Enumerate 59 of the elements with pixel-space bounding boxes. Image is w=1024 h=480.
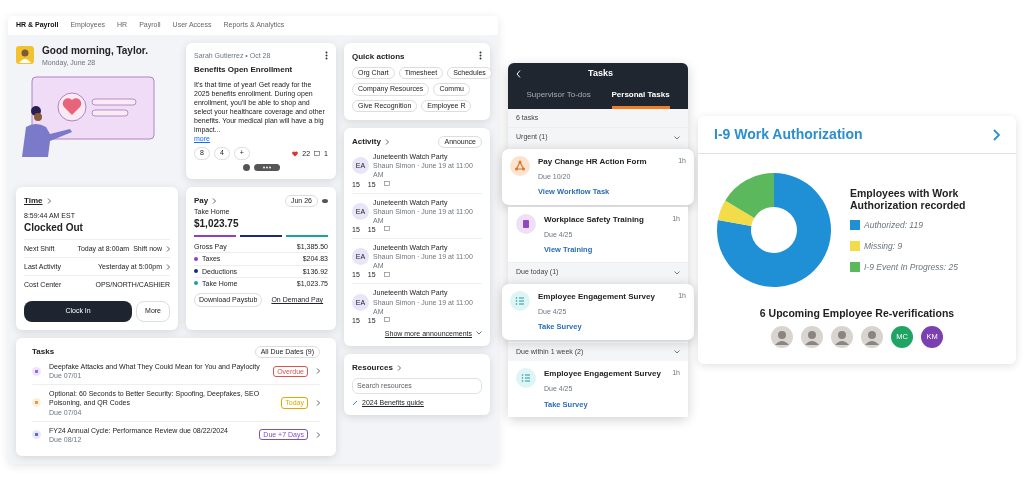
- chevron-right-icon: [316, 431, 320, 438]
- chevron-right-icon: [993, 128, 1000, 141]
- chevron-right-icon: [166, 263, 170, 270]
- avatar-icon: [16, 45, 34, 64]
- more-vertical-icon: [479, 50, 482, 60]
- legend-label: I-9 Event In Progress: 25: [864, 260, 959, 274]
- person-avatar-icon: [831, 325, 853, 348]
- list-icon: [516, 368, 536, 388]
- legend-label: Missing: 9: [864, 239, 903, 253]
- chevron-down-icon: [476, 331, 482, 336]
- task-title: Employee Engagement Survey: [544, 368, 662, 380]
- workflow-icon: [510, 155, 530, 176]
- tab[interactable]: Personal Tasks: [611, 84, 670, 109]
- card-title: Activity: [352, 136, 381, 149]
- comment-icon: [383, 317, 390, 324]
- panel-title: Tasks: [587, 67, 614, 81]
- list-icon: [510, 290, 530, 311]
- person-avatar-icon: [801, 325, 823, 348]
- comment-icon: [314, 150, 321, 157]
- task-title: Employee Engagement Survey: [538, 290, 656, 303]
- task-icon: [32, 430, 41, 440]
- comment-icon: [383, 271, 390, 278]
- card-title: I-9 Work Authorization: [714, 125, 863, 145]
- book-icon: [516, 213, 536, 234]
- chevron-right-icon: [316, 368, 320, 375]
- chevron-down-icon: [674, 349, 680, 354]
- person-avatar-icon: [771, 325, 793, 348]
- pager-dots-icon: [253, 163, 280, 171]
- chevron-right-icon: [384, 139, 389, 146]
- person-avatar-icon: [861, 325, 883, 348]
- task-title: Workplace Safety Training: [544, 213, 645, 226]
- chevron-down-icon: [674, 270, 680, 275]
- legend-label: Authorized: 119: [864, 219, 923, 232]
- card-title: Tasks: [32, 345, 55, 358]
- comment-icon: [383, 181, 390, 188]
- chevron-down-icon: [674, 135, 680, 140]
- chevron-right-icon: [212, 198, 217, 205]
- card-title: Quick actions: [352, 50, 405, 63]
- more-vertical-icon: [325, 50, 328, 60]
- task-icon: [32, 398, 41, 408]
- comment-icon: [383, 226, 390, 233]
- chevron-right-icon: [166, 245, 170, 252]
- card-title: Time: [24, 194, 43, 207]
- heart-icon: [292, 150, 299, 157]
- chevron-right-icon: [316, 399, 320, 406]
- greeting-title: Good morning, Taylor.: [42, 43, 148, 58]
- reverification-title: 6 Upcoming Employee Re-verifications: [758, 306, 956, 322]
- clock-status: Clocked Out: [24, 220, 84, 235]
- card-title: Resources: [352, 361, 393, 374]
- post-title: Benefits Open Enrollment: [194, 63, 294, 76]
- chevron-right-icon: [396, 364, 401, 371]
- task-title: Pay Change HR Action Form: [538, 155, 648, 168]
- take-home-amount: $1,023.75: [194, 217, 240, 232]
- task-icon: [32, 366, 41, 376]
- card-title: Pay: [194, 195, 209, 208]
- tab[interactable]: Supervisor To-dos: [526, 84, 591, 109]
- chevron-right-icon: [46, 197, 51, 204]
- chart-title: Employees with Work Authorization recorded: [850, 186, 967, 212]
- back-icon: [516, 70, 521, 78]
